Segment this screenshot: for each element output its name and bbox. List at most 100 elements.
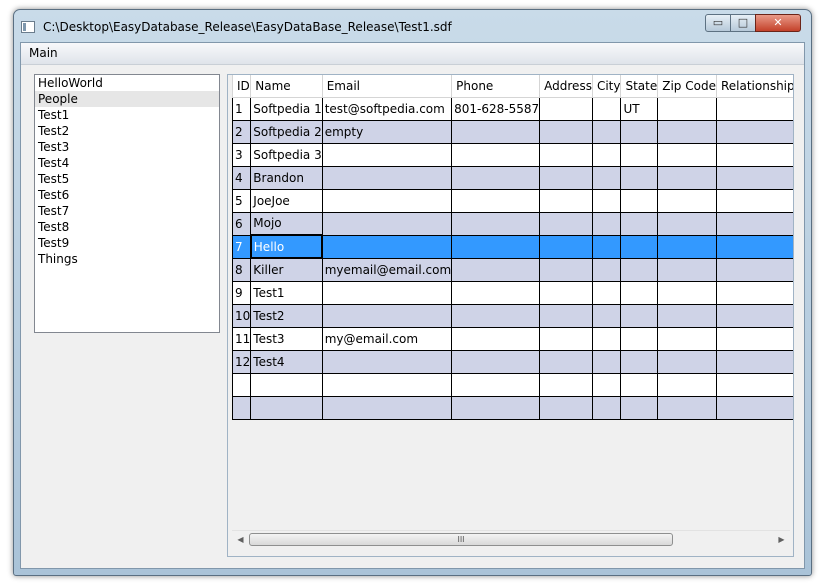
grid-cell[interactable] (591, 96, 622, 121)
grid-cell[interactable] (539, 188, 593, 213)
grid-cell[interactable] (539, 257, 593, 282)
grid-cell[interactable] (715, 96, 793, 121)
grid-cell[interactable] (451, 349, 541, 374)
grid-cell[interactable]: 1 (231, 96, 252, 121)
grid-cell[interactable] (657, 257, 717, 282)
table-row[interactable]: 6 Mojo (231, 211, 793, 236)
grid-cell[interactable] (451, 165, 541, 190)
table-row[interactable]: 12 Test4 (231, 349, 793, 374)
grid-cell[interactable] (657, 395, 717, 420)
grid-cell[interactable]: Softpedia 2 (250, 119, 323, 144)
table-list-item[interactable]: Test1 (35, 107, 219, 123)
scroll-left-icon[interactable]: ◀ (234, 533, 247, 546)
grid-cell[interactable]: 3 (231, 142, 252, 167)
grid-cell[interactable]: 6 (231, 211, 252, 236)
grid-cell[interactable] (657, 234, 717, 259)
table-row[interactable] (231, 395, 793, 420)
tables-listbox[interactable]: HelloWorld People Test1 Test2 Test3 Test4 Test… (34, 74, 220, 333)
grid-cell[interactable]: Test2 (250, 303, 323, 328)
grid-cell[interactable] (591, 372, 622, 397)
grid-cell[interactable]: 9 (231, 280, 252, 305)
grid-cell[interactable]: 2 (231, 119, 252, 144)
menu-main[interactable]: Main (29, 46, 58, 60)
table-row[interactable]: 4 Brandon (231, 165, 793, 190)
grid-cell[interactable] (539, 395, 593, 420)
grid-cell[interactable] (321, 234, 453, 259)
grid-cell[interactable]: 10 (231, 303, 252, 328)
grid-cell[interactable] (591, 165, 622, 190)
grid-cell[interactable] (620, 211, 659, 236)
grid-cell[interactable] (539, 96, 593, 121)
column-header[interactable]: Email (321, 75, 453, 98)
grid-cell[interactable]: JoeJoe (250, 188, 323, 213)
table-list-item[interactable]: Test5 (35, 171, 219, 187)
grid-cell[interactable]: Test3 (250, 326, 323, 351)
table-row[interactable]: 3 Softpedia 3 (231, 142, 793, 167)
table-list-item[interactable]: Test7 (35, 203, 219, 219)
table-row[interactable] (231, 372, 793, 397)
grid-cell[interactable] (591, 395, 622, 420)
grid-cell[interactable] (451, 119, 541, 144)
table-row[interactable]: 5 JoeJoe (231, 188, 793, 213)
minimize-button[interactable]: ▭ (705, 14, 731, 32)
grid-cell[interactable] (321, 372, 453, 397)
grid-cell[interactable] (657, 165, 717, 190)
column-header[interactable]: State (620, 75, 659, 98)
grid-cell[interactable] (620, 349, 659, 374)
grid-cell[interactable] (539, 303, 593, 328)
table-list-item[interactable]: Test3 (35, 139, 219, 155)
grid-cell[interactable] (321, 349, 453, 374)
grid-cell[interactable] (620, 142, 659, 167)
grid-cell[interactable] (591, 257, 622, 282)
grid-cell[interactable] (620, 326, 659, 351)
data-grid[interactable]: ID Name Email Phone Address City State Zip Code… (227, 74, 794, 557)
grid-cell[interactable] (715, 280, 793, 305)
grid-cell[interactable] (620, 119, 659, 144)
table-list-item[interactable]: People (35, 91, 219, 107)
table-list-item[interactable]: Test9 (35, 235, 219, 251)
grid-cell[interactable] (250, 395, 323, 420)
grid-cell[interactable] (620, 395, 659, 420)
close-button[interactable]: ✕ (755, 14, 801, 32)
grid-cell[interactable]: Test4 (250, 349, 323, 374)
grid-cell[interactable] (715, 188, 793, 213)
table-row[interactable]: 11 Test3 my@email.com (231, 326, 793, 351)
grid-cell[interactable] (591, 119, 622, 144)
grid-cell[interactable] (539, 372, 593, 397)
grid-cell[interactable]: my@email.com (321, 326, 453, 351)
grid-cell[interactable] (451, 303, 541, 328)
grid-cell[interactable] (451, 395, 541, 420)
grid-cell[interactable]: Brandon (250, 165, 323, 190)
grid-cell[interactable]: 801-628-5587 (451, 96, 541, 121)
column-header[interactable]: Name (250, 75, 323, 98)
grid-cell[interactable]: UT (620, 96, 659, 121)
grid-cell[interactable] (715, 372, 793, 397)
grid-cell[interactable] (715, 257, 793, 282)
grid-cell[interactable] (620, 372, 659, 397)
grid-cell[interactable] (715, 119, 793, 144)
grid-cell[interactable] (539, 349, 593, 374)
grid-cell[interactable] (321, 395, 453, 420)
grid-cell[interactable]: 7 (231, 234, 252, 259)
table-list-item[interactable]: Test2 (35, 123, 219, 139)
grid-cell[interactable] (591, 234, 622, 259)
scroll-thumb[interactable]: III (249, 533, 673, 546)
grid-cell[interactable] (321, 303, 453, 328)
column-header[interactable]: City (591, 75, 622, 98)
grid-cell[interactable] (657, 211, 717, 236)
table-row[interactable]: 7 Hello (231, 234, 793, 259)
grid-cell[interactable]: Mojo (250, 211, 323, 236)
grid-cell[interactable] (539, 165, 593, 190)
grid-cell[interactable] (657, 119, 717, 144)
grid-cell[interactable] (591, 142, 622, 167)
grid-cell[interactable] (657, 326, 717, 351)
column-header[interactable]: Zip Code (657, 75, 717, 98)
table-row[interactable]: 10 Test2 (231, 303, 793, 328)
table-row[interactable]: 1 Softpedia 1 test@softpedia.com 801-628-55… (231, 96, 793, 121)
grid-cell[interactable] (250, 372, 323, 397)
grid-cell[interactable] (451, 142, 541, 167)
grid-cell[interactable] (657, 188, 717, 213)
table-list-item[interactable]: Test6 (35, 187, 219, 203)
grid-cell[interactable] (715, 142, 793, 167)
grid-cell[interactable] (657, 372, 717, 397)
